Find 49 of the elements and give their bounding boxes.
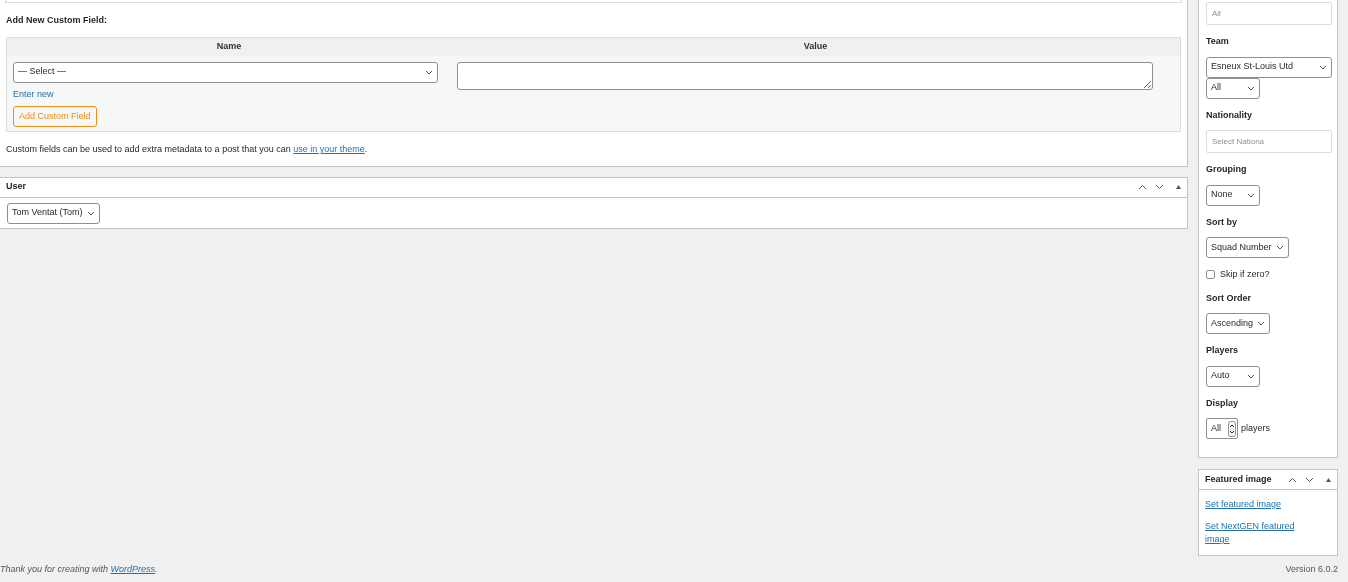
dropdown[interactable]: Auto xyxy=(1206,365,1260,387)
checkbox[interactable] xyxy=(1206,270,1215,280)
theme-link[interactable]: use in your theme xyxy=(293,144,365,154)
panel-title: User xyxy=(6,180,26,194)
section-heading: Add New Custom Field: xyxy=(5,14,108,27)
collapse-icon[interactable] xyxy=(1176,185,1181,189)
version-text: Version 6.0.2 xyxy=(1285,563,1338,577)
featured-image-link[interactable]: Set featured image xyxy=(1205,498,1313,511)
dropdown[interactable]: — Select — xyxy=(13,61,438,83)
collapse-icon[interactable] xyxy=(1326,477,1331,482)
chevron-down-icon xyxy=(425,69,433,75)
field-suffix: players xyxy=(1241,421,1270,435)
field-label: Team xyxy=(1206,35,1229,48)
chevron-down-icon xyxy=(1319,64,1327,70)
checkbox-label: Skip if zero? xyxy=(1220,268,1270,281)
field-label: Display xyxy=(1206,396,1238,410)
dropdown[interactable]: Squad Number xyxy=(1206,237,1289,258)
field-label: Sort Order xyxy=(1206,291,1251,305)
value-field[interactable] xyxy=(457,61,1153,90)
spinner-icon[interactable] xyxy=(1228,420,1236,437)
number-field[interactable]: All xyxy=(1206,418,1238,439)
field-label: Players xyxy=(1206,344,1239,357)
chevron-down-icon xyxy=(86,210,95,216)
chevron-down-icon xyxy=(1247,373,1255,379)
featured-image-link[interactable]: Set NextGEN featured image xyxy=(1205,520,1313,546)
field-label: Grouping xyxy=(1206,163,1247,176)
enter-new-link[interactable]: Enter new xyxy=(13,87,54,101)
dropdown[interactable]: None xyxy=(1206,184,1260,206)
footer-text: Thank you for creating with WordPress. xyxy=(0,563,158,577)
panel-title: Featured image xyxy=(1205,472,1272,486)
field-label: Nationality xyxy=(1206,108,1252,122)
dropdown[interactable]: Ascending xyxy=(1206,313,1271,334)
move-up-icon[interactable] xyxy=(1288,476,1297,483)
column-header: Value xyxy=(802,39,829,53)
dropdown[interactable]: Tom Ventat (Tom) xyxy=(7,202,100,224)
move-down-icon[interactable] xyxy=(1305,476,1314,483)
move-down-icon[interactable] xyxy=(1155,184,1164,190)
chevron-down-icon xyxy=(1257,321,1266,326)
chevron-down-icon xyxy=(1247,192,1255,198)
help-text: Custom fields can be used to add extra metadata to a post that you can use in your theme. xyxy=(5,143,369,156)
dropdown[interactable]: All xyxy=(1206,77,1260,99)
dropdown[interactable]: Esneux St-Louis Utd xyxy=(1206,56,1332,78)
chevron-down-icon xyxy=(1247,85,1255,91)
text-field[interactable]: All xyxy=(1206,2,1332,25)
text-field[interactable]: Select Nationa xyxy=(1206,130,1332,153)
column-header: Name xyxy=(215,39,243,53)
move-up-icon[interactable] xyxy=(1138,184,1147,190)
field-label: Sort by xyxy=(1206,215,1237,229)
chevron-down-icon xyxy=(1275,245,1284,250)
